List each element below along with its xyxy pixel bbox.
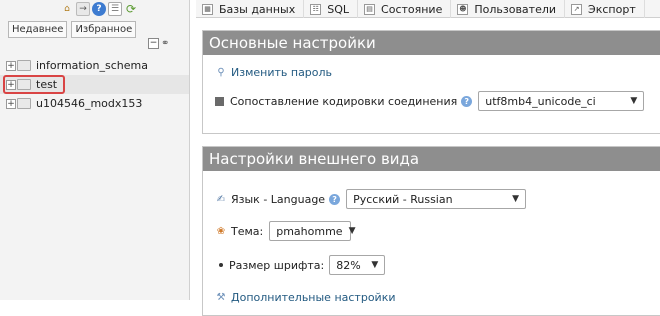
- home-icon[interactable]: ⌂: [60, 2, 74, 16]
- users-icon: ☻: [457, 3, 469, 15]
- select-value: utf8mb4_unicode_ci: [485, 94, 596, 108]
- help-icon[interactable]: ?: [461, 95, 473, 107]
- database-label: information_schema: [36, 59, 148, 72]
- expand-icon[interactable]: +: [6, 60, 16, 71]
- chevron-down-icon: ▼: [512, 194, 520, 204]
- chevron-down-icon: ▼: [348, 226, 356, 236]
- database-icon: ▦: [202, 3, 213, 15]
- collation-label: Сопоставление кодировки соединения: [230, 94, 458, 108]
- menu-label: Экспорт: [588, 2, 636, 16]
- tab-recent[interactable]: Недавнее: [8, 21, 68, 38]
- menu-sql[interactable]: ☷ SQL: [304, 0, 359, 18]
- database-icon: [17, 79, 31, 90]
- bullet-square-icon: [215, 96, 224, 106]
- tree-controls: − ⚭: [148, 38, 169, 49]
- more-settings-row: ⚒ Дополнительные настройки: [215, 291, 396, 304]
- nav-tabs: Недавнее Избранное: [8, 21, 137, 38]
- menu-label: Состояние: [381, 2, 443, 16]
- logout-icon[interactable]: →: [76, 2, 90, 16]
- language-icon: ✍: [216, 193, 226, 205]
- database-item-test[interactable]: + test: [0, 75, 189, 94]
- language-label: Язык - Language: [231, 192, 326, 206]
- more-settings-link[interactable]: Дополнительные настройки: [231, 291, 396, 304]
- menu-label: Базы данных: [219, 2, 296, 16]
- panel-title: Настройки внешнего вида: [203, 147, 660, 171]
- select-value: pmahomme: [276, 224, 343, 238]
- database-label: test: [36, 78, 58, 91]
- database-tree: + information_schema + test + u104546_mo…: [0, 56, 189, 113]
- wrench-icon: ⚒: [216, 292, 226, 303]
- chevron-down-icon: ▼: [371, 260, 379, 270]
- panel-title: Основные настройки: [203, 31, 660, 55]
- menu-label: SQL: [327, 2, 350, 16]
- theme-label: Тема:: [231, 224, 264, 238]
- bullet-icon: [219, 263, 223, 267]
- language-select[interactable]: Русский - Russian ▼: [346, 189, 527, 209]
- chevron-down-icon: ▼: [630, 96, 638, 106]
- theme-icon: ❀: [216, 225, 226, 237]
- theme-row: ❀ Тема: pmahomme ▼: [215, 221, 356, 241]
- collapse-all-icon[interactable]: −: [148, 38, 159, 49]
- theme-select[interactable]: pmahomme ▼: [269, 221, 356, 241]
- database-icon: [17, 98, 31, 109]
- select-value: 82%: [336, 258, 361, 272]
- database-label: u104546_modx153: [36, 97, 143, 110]
- menu-status[interactable]: ▤ Состояние: [358, 0, 452, 18]
- database-item-u104546-modx153[interactable]: + u104546_modx153: [0, 94, 189, 113]
- collation-select[interactable]: utf8mb4_unicode_ci ▼: [478, 91, 645, 111]
- appearance-settings-panel: Настройки внешнего вида ✍ Язык - Languag…: [202, 146, 660, 316]
- nav-toolbar: ⌂ → ? ☰ ⟳: [60, 2, 138, 16]
- tab-favorites[interactable]: Избранное: [71, 21, 137, 38]
- help-icon[interactable]: ?: [329, 193, 341, 205]
- font-size-label: Размер шрифта:: [229, 258, 325, 272]
- general-settings-panel: Основные настройки ⚲ Изменить пароль Соп…: [202, 30, 660, 134]
- select-value: Русский - Russian: [353, 192, 453, 206]
- export-icon: ↗: [571, 3, 583, 15]
- collation-row: Сопоставление кодировки соединения ? utf…: [215, 91, 645, 111]
- sql-icon: ☷: [310, 3, 322, 15]
- menu-export[interactable]: ↗ Экспорт: [565, 0, 645, 18]
- change-password-row: ⚲ Изменить пароль: [215, 66, 332, 79]
- font-size-select[interactable]: 82% ▼: [329, 255, 386, 275]
- help-icon[interactable]: ?: [92, 2, 106, 16]
- expand-icon[interactable]: +: [6, 98, 16, 109]
- language-row: ✍ Язык - Language ? Русский - Russian ▼: [215, 189, 527, 209]
- expand-icon[interactable]: +: [6, 79, 16, 90]
- change-password-link[interactable]: Изменить пароль: [231, 66, 332, 79]
- menu-label: Пользователи: [474, 2, 557, 16]
- reload-icon[interactable]: ⟳: [124, 2, 138, 16]
- link-icon[interactable]: ⚭: [161, 38, 169, 49]
- documentation-icon[interactable]: ☰: [108, 2, 122, 16]
- database-item-information-schema[interactable]: + information_schema: [0, 56, 189, 75]
- password-icon: ⚲: [217, 67, 225, 78]
- status-icon: ▤: [364, 3, 376, 15]
- font-size-row: Размер шрифта: 82% ▼: [215, 255, 386, 275]
- main-content: Основные настройки ⚲ Изменить пароль Соп…: [196, 18, 660, 316]
- navigation-panel: ⌂ → ? ☰ ⟳ Недавнее Избранное − ⚭ + infor…: [0, 0, 190, 300]
- database-icon: [17, 60, 31, 71]
- menu-databases[interactable]: ▦ Базы данных: [196, 0, 305, 18]
- menu-users[interactable]: ☻ Пользователи: [451, 0, 566, 18]
- top-menu: ▦ Базы данных ☷ SQL ▤ Состояние ☻ Пользо…: [196, 0, 660, 18]
